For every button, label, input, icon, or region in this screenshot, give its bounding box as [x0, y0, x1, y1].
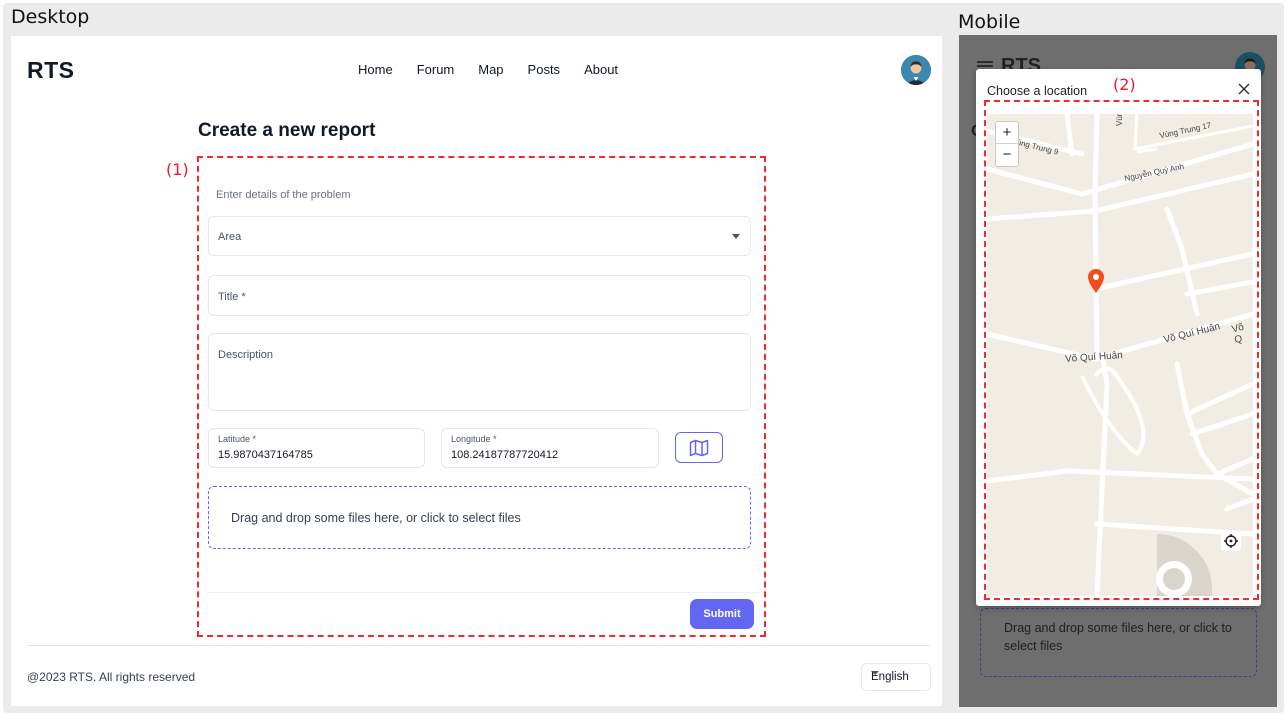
map-annotation-outline: [984, 100, 1259, 600]
title-placeholder: Title *: [218, 291, 246, 303]
main-nav: Home Forum Map Posts About: [358, 62, 618, 77]
nav-home[interactable]: Home: [358, 62, 393, 77]
user-avatar[interactable]: [901, 55, 931, 85]
mobile-panel-label: Mobile: [958, 11, 1021, 33]
dropzone-text: Drag and drop some files here, or click …: [231, 511, 521, 525]
mobile-view: RTS C Drag and drop some files here, or …: [959, 35, 1277, 707]
choose-location-modal: Choose a location Nguyễn Quý Anh Vùng Tr…: [976, 69, 1261, 606]
mobile-file-dropzone[interactable]: Drag and drop some files here, or click …: [980, 608, 1257, 677]
page-title: Create a new report: [198, 120, 376, 141]
nav-forum[interactable]: Forum: [417, 62, 455, 77]
choose-on-map-button[interactable]: [675, 432, 723, 463]
longitude-label: Longitude *: [451, 434, 497, 444]
area-placeholder: Area: [218, 231, 242, 243]
close-icon[interactable]: [1236, 81, 1252, 97]
longitude-input[interactable]: Longitude * 108.24187787720412: [441, 428, 659, 468]
language-select[interactable]: English: [861, 663, 931, 691]
modal-title: Choose a location: [987, 84, 1088, 98]
longitude-value: 108.24187787720412: [451, 449, 559, 461]
site-logo[interactable]: RTS: [27, 57, 75, 84]
latitude-value: 15.9870437164785: [218, 449, 313, 461]
form-section-label: Enter details of the problem: [216, 189, 351, 201]
submit-button[interactable]: Submit: [690, 599, 754, 629]
desktop-panel-label: Desktop: [11, 6, 90, 28]
description-placeholder: Description: [218, 349, 274, 361]
nav-about[interactable]: About: [584, 62, 618, 77]
caret-down-icon: [732, 234, 740, 239]
form-divider: [208, 592, 759, 593]
annotation-form: (1): [166, 160, 189, 179]
mobile-dropzone-text: Drag and drop some files here, or click …: [1004, 621, 1232, 653]
annotation-map: (2): [1113, 75, 1136, 94]
nav-posts[interactable]: Posts: [528, 62, 561, 77]
title-input[interactable]: Title *: [208, 275, 751, 316]
footer-divider: [27, 645, 930, 646]
description-textarea[interactable]: Description: [208, 333, 751, 411]
latitude-input[interactable]: Latitude * 15.9870437164785: [208, 428, 425, 468]
report-form: Enter details of the problem Area Title …: [197, 156, 766, 637]
avatar-icon: [901, 55, 931, 85]
area-select[interactable]: Area: [208, 216, 751, 256]
copyright-text: @2023 RTS. All rights reserved: [27, 670, 196, 684]
map-icon: [689, 439, 709, 456]
file-dropzone[interactable]: Drag and drop some files here, or click …: [208, 486, 751, 549]
caret-down-icon: [871, 671, 879, 675]
nav-map[interactable]: Map: [478, 62, 503, 77]
latitude-label: Latitude *: [218, 434, 257, 444]
